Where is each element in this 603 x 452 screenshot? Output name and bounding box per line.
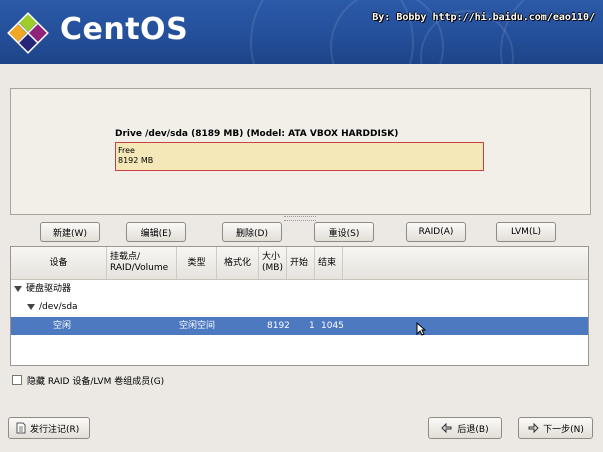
partition-table[interactable]: 设备 挂载点/ RAID/Volume 类型 格式化 大小 (MB) 开始 结束…	[10, 246, 589, 366]
release-notes-label: 发行注记(R)	[30, 424, 80, 435]
back-label: 后退(B)	[457, 424, 489, 435]
drive-panel: Drive /dev/sda (8189 MB) (Model: ATA VBO…	[10, 88, 591, 215]
column-header-mount[interactable]: 挂载点/ RAID/Volume	[107, 247, 177, 279]
document-icon	[16, 422, 26, 434]
tree-label: 硬盘驱动器	[26, 284, 72, 294]
drive-title: Drive /dev/sda (8189 MB) (Model: ATA VBO…	[115, 129, 399, 139]
column-header-size[interactable]: 大小 (MB)	[259, 247, 287, 279]
release-notes-button[interactable]: 发行注记(R)	[8, 417, 90, 439]
column-header-start[interactable]: 开始	[287, 247, 315, 279]
column-header-format[interactable]: 格式化	[217, 247, 259, 279]
reset-button[interactable]: 重设(S)	[314, 222, 374, 242]
table-header: 设备 挂载点/ RAID/Volume 类型 格式化 大小 (MB) 开始 结束	[11, 247, 588, 280]
watermark-text: By: Bobby http://hi.baidu.com/eao110/	[372, 12, 595, 23]
cell-start: 1	[309, 321, 315, 331]
brand-title: CentOS	[60, 12, 189, 47]
column-header-end[interactable]: 结束	[315, 247, 343, 279]
cell-end: 1045	[321, 321, 344, 331]
arrow-left-icon	[441, 422, 452, 434]
new-button[interactable]: 新建(W)	[40, 222, 100, 242]
segment-label: Free	[118, 146, 135, 155]
lvm-button[interactable]: LVM(L)	[496, 222, 556, 242]
raid-button[interactable]: RAID(A)	[406, 222, 466, 242]
hide-raid-lvm-checkbox[interactable]	[12, 375, 22, 385]
hide-raid-lvm-label: 隐藏 RAID 设备/LVM 卷组成员(G)	[27, 376, 165, 387]
cell-size: 8192	[267, 321, 290, 331]
back-button[interactable]: 后退(B)	[428, 417, 502, 439]
next-button[interactable]: 下一步(N)	[518, 417, 593, 439]
cell-device: 空闲	[53, 321, 72, 331]
cell-type: 空闲空间	[179, 321, 216, 331]
hide-raid-lvm-option[interactable]: 隐藏 RAID 设备/LVM 卷组成员(G)	[12, 374, 165, 387]
pane-splitter[interactable]	[284, 216, 316, 221]
expander-icon[interactable]	[27, 303, 35, 310]
edit-button[interactable]: 编辑(E)	[126, 222, 186, 242]
mouse-cursor-icon	[416, 322, 426, 336]
segment-size: 8192 MB	[118, 156, 154, 165]
arrow-right-icon	[528, 422, 539, 434]
expander-icon[interactable]	[14, 285, 22, 292]
next-label: 下一步(N)	[543, 424, 584, 435]
free-space-segment[interactable]: Free 8192 MB	[115, 142, 484, 171]
column-header-device[interactable]: 设备	[11, 247, 107, 279]
column-header-type[interactable]: 类型	[177, 247, 217, 279]
banner-decoration	[500, 0, 603, 64]
centos-logo-icon	[7, 12, 49, 54]
tree-row-disk[interactable]: /dev/sda	[11, 298, 588, 316]
tree-label: /dev/sda	[39, 302, 78, 312]
tree-row-hard-drives[interactable]: 硬盘驱动器	[11, 280, 588, 298]
header-banner: CentOS By: Bobby http://hi.baidu.com/eao…	[0, 0, 603, 64]
delete-button[interactable]: 删除(D)	[222, 222, 282, 242]
table-row-selected[interactable]: 空闲 空闲空间 8192 1 1045	[11, 317, 588, 335]
